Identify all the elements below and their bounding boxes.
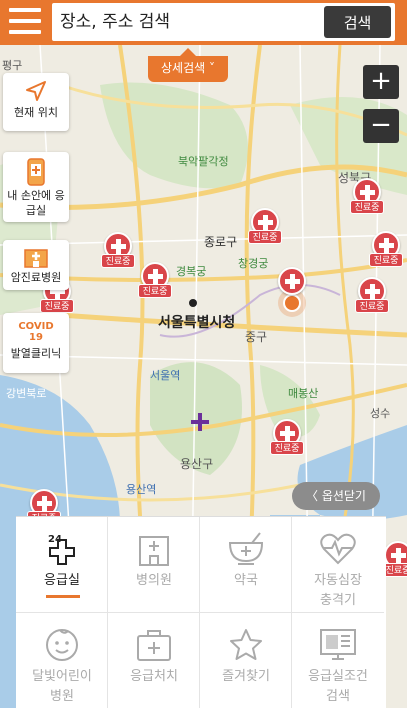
menu-item-label-line: 달빛어린이	[32, 669, 92, 684]
menu-item-er-condition-search[interactable]: 응급실조건 검색	[292, 613, 384, 708]
menu-item-label-line: 병원	[50, 689, 74, 704]
current-location-button[interactable]: 현재 위치	[3, 73, 69, 131]
hospital-pin[interactable]: 진료중	[355, 277, 389, 317]
menu-item-emergency-room[interactable]: 24 응급실	[16, 517, 108, 613]
menu-item-label: 응급처치	[130, 669, 178, 684]
menu-item-moonlight-children-hospital[interactable]: 달빛어린이 병원	[16, 613, 108, 708]
side-button-label: 내 손안에 응급실	[7, 189, 65, 217]
hospital-pin[interactable]: 진료중	[138, 262, 172, 302]
search-button[interactable]: 검색	[324, 6, 391, 38]
menu-item-aed[interactable]: 자동심장 충격기	[292, 517, 384, 613]
side-button-label: 현재 위치	[14, 106, 58, 119]
cancer-hospital-button[interactable]: 암진료병원	[3, 240, 69, 290]
search-input[interactable]	[60, 8, 310, 36]
menu-item-label: 즐겨찾기	[222, 669, 270, 684]
menu-item-pharmacy[interactable]: 약국	[200, 517, 292, 613]
hospital-building-icon	[139, 536, 169, 566]
top-bar: 검색	[0, 0, 407, 45]
hospital-pin[interactable]: 진료중	[350, 178, 384, 218]
hospital-pin[interactable]: 진료중	[270, 419, 304, 459]
hospital-pin[interactable]: 진료중	[369, 231, 403, 271]
hospital-pin[interactable]: 진료중	[248, 208, 282, 248]
my-hand-er-button[interactable]: 내 손안에 응급실	[3, 152, 69, 222]
menu-item-label: 병의원	[136, 573, 172, 588]
map-label: 평구	[2, 59, 23, 72]
detail-search-tab[interactable]: 상세검색 ˅	[148, 48, 228, 82]
covid-badge-top: COVID	[18, 321, 54, 332]
search-box: 검색	[52, 3, 395, 41]
map-label-cityhall: 서울특별시청	[158, 315, 236, 331]
menu-item-label: 자동심장 충격기	[292, 571, 384, 611]
service-menu-panel: 24 응급실 병의원 약국 자동심장 충격기 달빛어린이 병원 응급처치 즐겨찾…	[16, 516, 386, 708]
map-label: 강변북로	[6, 387, 47, 400]
covid-badge-bottom: 19	[29, 332, 43, 343]
map-label: 용산역	[126, 483, 157, 496]
menu-item-label-line: 응급실조건	[308, 669, 368, 684]
option-close-button[interactable]: 〈 옵션닫기	[292, 482, 380, 510]
menu-item-label-line: 검색	[326, 689, 350, 704]
phone-hospital-icon	[27, 158, 45, 186]
covid-badge: COVID 19	[3, 321, 69, 343]
map-label: 서울역	[150, 369, 181, 382]
child-face-icon	[46, 629, 78, 661]
hospital-building-icon	[24, 249, 48, 268]
map-label: 종로구	[204, 235, 238, 249]
menu-item-clinic[interactable]: 병의원	[108, 517, 200, 613]
side-button-label: 암진료병원	[10, 271, 62, 284]
map-label: 중구	[245, 330, 268, 344]
menu-item-label-line: 충격기	[320, 593, 356, 608]
menu-item-label-line: 자동심장	[314, 573, 362, 588]
map-label: 용산구	[180, 457, 214, 471]
map-label: 경복궁	[176, 265, 207, 278]
map-label: 창경궁	[238, 257, 269, 270]
hospital-cross-icon	[278, 267, 306, 295]
menu-item-favorites[interactable]: 즐겨찾기	[200, 613, 292, 708]
menu-item-first-aid[interactable]: 응급처치	[108, 613, 200, 708]
menu-item-label: 응급실	[44, 573, 80, 588]
zoom-out-button[interactable]: −	[363, 109, 399, 143]
monitor-icon	[320, 629, 356, 660]
map-label: 북악팔각정	[178, 155, 229, 168]
menu-item-label: 달빛어린이 병원	[16, 667, 108, 707]
heart-pulse-icon	[320, 533, 356, 565]
pharmacy-bowl-icon	[228, 532, 264, 565]
hospital-pin[interactable]	[275, 267, 309, 307]
side-button-label: 발열클리닉	[10, 347, 62, 360]
menu-item-label: 응급실조건 검색	[292, 667, 384, 707]
map-label: 성수	[370, 407, 391, 420]
location-arrow-icon	[26, 81, 46, 101]
menu-icon[interactable]	[6, 4, 44, 40]
zoom-in-button[interactable]: +	[363, 65, 399, 99]
map-label: 매봉산	[288, 387, 319, 400]
emergency-24-icon: 24	[48, 534, 75, 565]
star-icon	[230, 629, 262, 660]
menu-item-label: 약국	[234, 573, 258, 588]
hospital-pin[interactable]: 진료중	[101, 232, 135, 272]
first-aid-kit-icon	[137, 630, 171, 661]
fever-clinic-button[interactable]: COVID 19 발열클리닉	[3, 313, 69, 373]
